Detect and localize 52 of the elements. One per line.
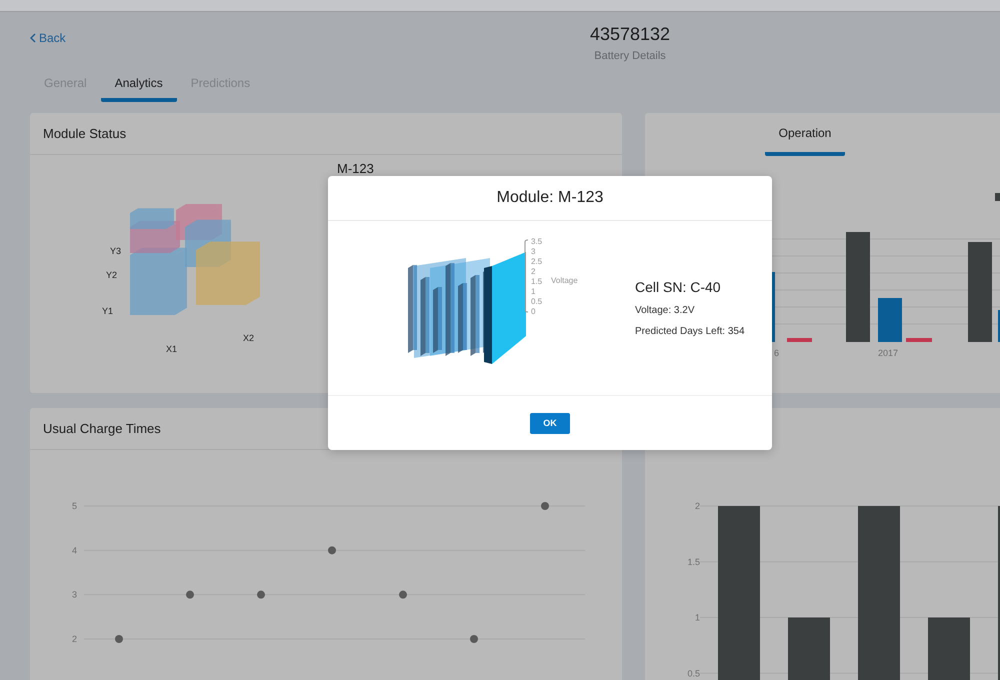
axis-label: Y3 xyxy=(110,246,122,256)
module-label: M-123 xyxy=(337,161,374,176)
axis-label: Y1 xyxy=(102,306,114,316)
data-point xyxy=(257,590,265,599)
bar xyxy=(787,338,812,342)
axis-label: X1 xyxy=(166,344,178,354)
chevron-left-icon xyxy=(30,33,36,43)
axis-tick: 2 xyxy=(531,267,536,276)
bar xyxy=(878,298,902,342)
page-subtitle: Battery Details xyxy=(593,50,667,62)
ok-button[interactable]: OK xyxy=(530,412,570,434)
data-point xyxy=(399,590,407,599)
axis-tick: 0.5 xyxy=(687,668,700,678)
bar xyxy=(906,338,932,342)
axis-tick: 3 xyxy=(72,590,77,600)
data-point xyxy=(186,590,194,599)
axis-tick: 3 xyxy=(531,247,536,256)
card-title: Module Status xyxy=(43,126,126,141)
axis-tick: 2.5 xyxy=(531,257,542,266)
cell-serial-number: Cell SN: C-40 xyxy=(635,279,722,295)
card-title: Usual Charge Times xyxy=(43,421,161,436)
axis-tick: 1.5 xyxy=(687,556,700,567)
axis-tick: 3.5 xyxy=(531,237,542,246)
axis-tick: 2 xyxy=(72,634,77,644)
bar xyxy=(788,618,830,680)
axis-tick: 0 xyxy=(531,307,536,316)
axis-tick: 5 xyxy=(72,501,77,511)
tab[interactable]: Analytics xyxy=(100,68,177,102)
axis-tick: 1 xyxy=(694,612,700,622)
tab[interactable]: Operation xyxy=(765,113,845,156)
axis-tick: 4 xyxy=(72,545,77,556)
dialog-title: Module: M-123 xyxy=(496,189,604,207)
data-point xyxy=(470,635,478,643)
axis-tick: 1 xyxy=(531,287,536,296)
page-title: 43578132 xyxy=(588,24,672,45)
data-point xyxy=(328,546,336,554)
axis-tick: 1.5 xyxy=(531,277,542,286)
data-point xyxy=(115,635,123,643)
axis-tick: 0.5 xyxy=(531,297,542,306)
axis-tick: 2 xyxy=(694,501,700,511)
back-link[interactable]: Back xyxy=(30,31,66,45)
axis-title: Voltage xyxy=(551,276,578,285)
cube xyxy=(196,242,260,305)
axis-label: X2 xyxy=(243,333,254,343)
axis-label: 2017 xyxy=(878,348,898,358)
voltage-reading: Voltage: 3.2V xyxy=(635,305,696,316)
bar xyxy=(928,618,970,680)
legend-swatch-icon xyxy=(995,193,1000,201)
axis-label: 6 xyxy=(774,348,780,358)
data-point xyxy=(541,502,549,510)
days-left-reading: Predicted Days Left: 354 xyxy=(635,326,745,337)
axis-label: Y2 xyxy=(106,270,118,280)
